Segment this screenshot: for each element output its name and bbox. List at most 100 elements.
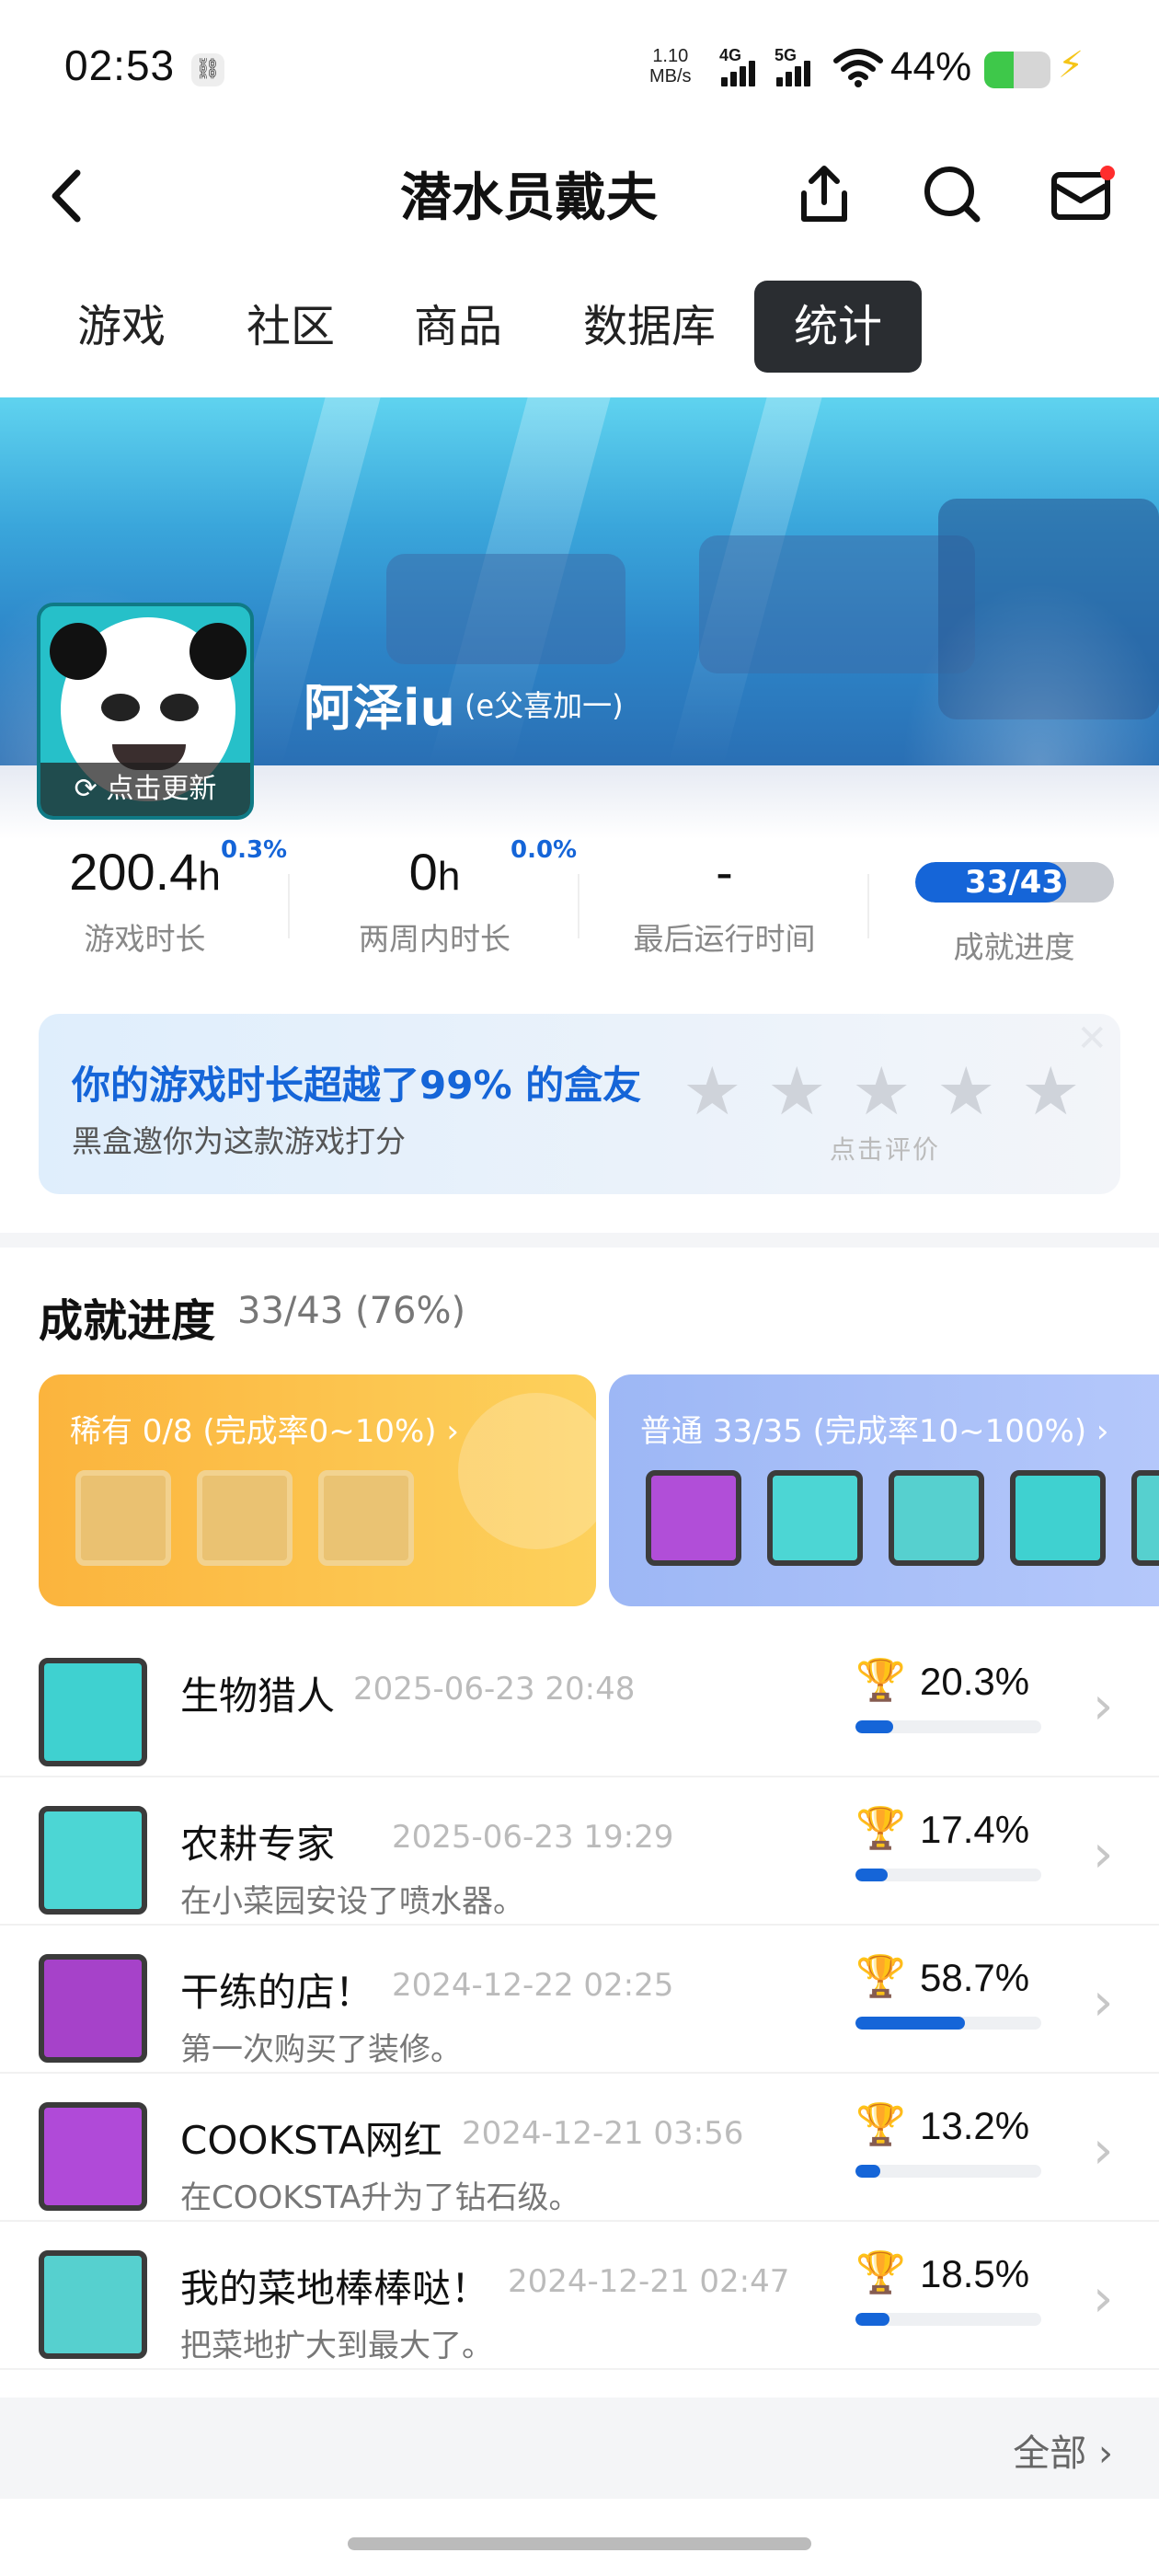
achievement-desc: 把菜地扩大到最大了。	[180, 2328, 493, 2364]
username: 阿泽iu	[304, 679, 455, 737]
achievement-date: 2024-12-22 02:25	[392, 1967, 674, 2004]
rating-hint: 点击评价	[830, 1134, 941, 1165]
network-speed: 1.10 MB/s	[649, 46, 692, 86]
tab-database[interactable]: 数据库	[567, 281, 732, 373]
achievement-badge	[767, 1470, 863, 1566]
achievement-desc: 在COOKSTA升为了钻石级。	[180, 2179, 580, 2216]
achievement-rate-bar	[855, 2165, 1041, 2178]
achievement-rate: 17.4%	[920, 1808, 1030, 1851]
achievement-badge	[889, 1470, 984, 1566]
star-icon[interactable]: ★	[852, 1058, 912, 1124]
trophy-icon: 🏆	[855, 2249, 906, 2296]
share-icon[interactable]	[787, 158, 861, 232]
locked-achievement-badge	[75, 1470, 171, 1566]
stat-playtime: 0.3% 200.4h 游戏时长	[69, 836, 288, 957]
status-bar: 02:53 ⛓ 1.10 MB/s 4G 5G 44% ⚡	[0, 0, 1159, 138]
trophy-icon: 🏆	[855, 1657, 906, 1704]
achievement-icon	[39, 1954, 147, 2063]
tab-community[interactable]: 社区	[226, 281, 355, 373]
chevron-right-icon: ›	[1093, 2269, 1114, 2329]
close-icon[interactable]: ✕	[1076, 1018, 1107, 1060]
achievement-rate-bar	[855, 2313, 1041, 2326]
locked-achievement-badge	[197, 1470, 293, 1566]
achievement-rate-bar	[855, 1869, 1041, 1881]
rare-achievements-card[interactable]: 稀有 0/8 (完成率0~10%) ›	[39, 1374, 596, 1606]
divider	[0, 1233, 1159, 1248]
battery-icon	[984, 52, 1050, 88]
section-count: 33/43 (76%)	[237, 1290, 466, 1332]
achievement-name: 我的菜地棒棒哒！	[180, 2266, 490, 2311]
avatar[interactable]: ⟳ 点击更新	[37, 603, 254, 820]
achievement-row[interactable]: 我的菜地棒棒哒！ 2024-12-21 02:47 把菜地扩大到最大了。 🏆 18.5%…	[0, 2223, 1159, 2370]
mail-icon[interactable]	[1045, 158, 1119, 232]
refresh-icon: ⟳	[74, 773, 98, 805]
achievement-date: 2025-06-23 19:29	[392, 1819, 674, 1856]
achievement-icon	[39, 1806, 147, 1915]
achievement-row[interactable]: COOKSTA网红 2024-12-21 03:56 在COOKSTA升为了钻石级。…	[0, 2075, 1159, 2222]
achievement-row[interactable]: 生物猎人 2025-06-23 20:48 🏆 20.3% ›	[0, 1630, 1159, 1777]
stat-two-weeks: 0.0% 0h 两周内时长	[359, 836, 578, 957]
charging-icon: ⚡	[1058, 44, 1084, 86]
home-indicator[interactable]	[348, 2537, 811, 2550]
top-nav: 潜水员戴夫	[0, 147, 1159, 248]
link-icon: ⛓	[191, 53, 224, 86]
tab-statistics[interactable]: 统计	[754, 281, 922, 373]
see-all-link[interactable]: 全部 ›	[1013, 2423, 1113, 2477]
tab-games[interactable]: 游戏	[57, 281, 186, 373]
achievement-icon	[39, 2102, 147, 2211]
achievement-icon	[39, 2250, 147, 2359]
wifi-icon	[833, 49, 883, 87]
achievement-icon	[39, 1658, 147, 1766]
achievement-date: 2025-06-23 20:48	[353, 1671, 636, 1708]
achievement-desc: 第一次购买了装修。	[180, 2031, 462, 2068]
achievement-row[interactable]: 农耕专家 2025-06-23 19:29 在小菜园安设了喷水器。 🏆 17.4% ›	[0, 1778, 1159, 1926]
search-icon[interactable]	[916, 158, 990, 232]
star-icon[interactable]: ★	[683, 1058, 742, 1124]
achievement-rate: 13.2%	[920, 2104, 1030, 2147]
signal-4g-icon: 4G	[719, 46, 765, 88]
star-icon[interactable]: ★	[936, 1058, 996, 1124]
signal-5g-icon: 5G	[775, 46, 820, 88]
achievement-badge	[646, 1470, 741, 1566]
achievement-row[interactable]: 干练的店！ 2024-12-22 02:25 第一次购买了装修。 🏆 58.7% ›	[0, 1926, 1159, 2074]
achievement-badge	[1010, 1470, 1106, 1566]
section-title: 成就进度	[39, 1295, 216, 1347]
trophy-icon: 🏆	[855, 1953, 906, 2000]
achievement-rate: 18.5%	[920, 2252, 1030, 2295]
achievement-badge	[1131, 1470, 1159, 1566]
tab-products[interactable]: 商品	[394, 281, 522, 373]
chevron-right-icon: ›	[1093, 2121, 1114, 2180]
update-button[interactable]: ⟳ 点击更新	[40, 763, 250, 816]
rating-card: 你的游戏时长超越了99% 的盒友 黑盒邀你为这款游戏打分 ★ ★ ★ ★ ★ 点…	[39, 1014, 1120, 1194]
chevron-right-icon: ›	[1093, 1676, 1114, 1736]
locked-achievement-badge	[318, 1470, 414, 1566]
star-icon[interactable]: ★	[1021, 1058, 1081, 1124]
battery-percent: 44%	[890, 44, 972, 89]
achievement-rate: 20.3%	[920, 1660, 1030, 1703]
achievement-desc: 在小菜园安设了喷水器。	[180, 1883, 524, 1920]
trophy-icon: 🏆	[855, 1805, 906, 1852]
rating-subtitle: 黑盒邀你为这款游戏打分	[72, 1123, 406, 1159]
achievement-name: 生物猎人	[180, 1673, 336, 1719]
common-achievements-card[interactable]: 普通 33/35 (完成率10~100%) ›	[609, 1374, 1159, 1606]
achievement-date: 2024-12-21 02:47	[508, 2263, 790, 2300]
rating-title: 你的游戏时长超越了99% 的盒友	[72, 1063, 642, 1108]
star-icon[interactable]: ★	[767, 1058, 827, 1124]
achievement-name: COOKSTA网红	[180, 2118, 442, 2163]
achievement-rate-bar	[855, 2017, 1041, 2030]
section-tabs: 游戏 社区 商品 数据库 统计	[0, 281, 1159, 377]
stat-achievement-progress: 33/43 成就进度	[869, 842, 1159, 971]
status-time: 02:53	[64, 41, 176, 89]
chevron-right-icon: ›	[1093, 1972, 1114, 2032]
user-tag: (e父喜加一)	[465, 688, 624, 723]
chevron-right-icon: ›	[1093, 1824, 1114, 1884]
achievement-name: 农耕专家	[180, 1822, 336, 1867]
achievement-name: 干练的店！	[180, 1970, 374, 2015]
stat-last-run: - 最后运行时间	[633, 843, 816, 957]
achievement-progress-bar: 33/43	[914, 862, 1114, 903]
list-footer: 全部 ›	[0, 2398, 1159, 2499]
achievement-date: 2024-12-21 03:56	[462, 2115, 744, 2152]
achievement-rate-bar	[855, 1720, 1041, 1733]
achievement-rate: 58.7%	[920, 1956, 1030, 1999]
trophy-icon: 🏆	[855, 2101, 906, 2148]
